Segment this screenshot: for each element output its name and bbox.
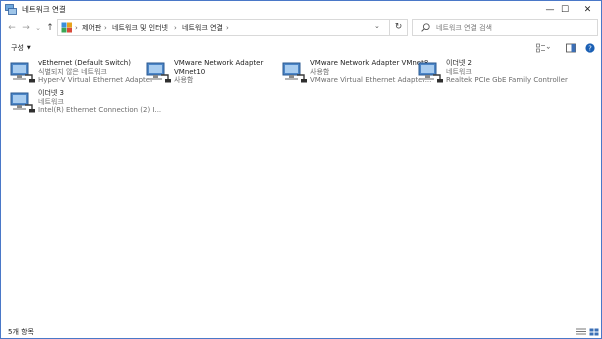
large-icons-view-icon[interactable] xyxy=(589,328,599,336)
adapter-name: VMware Network Adapter VMnet8 xyxy=(310,59,429,67)
breadcrumb-separator: › xyxy=(104,24,107,32)
dropdown-caret-icon: ▼ xyxy=(26,45,31,51)
adapter-name: VMware Network Adapter xyxy=(174,59,264,67)
up-button[interactable]: ↑ xyxy=(44,22,56,34)
control-panel-icon xyxy=(61,22,72,33)
item-count: 5개 항목 xyxy=(8,328,34,336)
address-bar[interactable]: › 제어판 › 네트워크 및 인터넷 › 네트워크 연결 › xyxy=(57,19,408,36)
adapter-status: 네트워크 xyxy=(446,67,472,76)
search-icon xyxy=(421,23,430,32)
adapter-status: 식별되지 않은 네트워크 xyxy=(38,67,107,76)
network-connections-icon xyxy=(5,4,17,15)
change-view-icon[interactable] xyxy=(536,43,550,53)
breadcrumb-separator: › xyxy=(174,24,177,32)
forward-button[interactable]: → xyxy=(20,22,32,34)
network-adapter-icon xyxy=(146,62,171,83)
title-bar[interactable]: 네트워크 연결 — ☐ ✕ xyxy=(1,1,601,19)
window-title: 네트워크 연결 xyxy=(22,5,66,14)
adapter-status: 네트워크 xyxy=(38,97,64,106)
list-item-network-adapter[interactable]: VMware Network Adapter VMnet10 사용함 xyxy=(146,59,281,95)
back-button[interactable]: ← xyxy=(6,22,18,34)
search-box[interactable]: 네트워크 연결 검색 xyxy=(412,19,598,36)
recent-locations-button[interactable]: ⌄ xyxy=(32,22,44,34)
adapter-status: 사용함 xyxy=(310,67,330,76)
network-adapter-icon xyxy=(10,92,35,113)
organize-label: 구성 xyxy=(11,44,24,52)
refresh-button[interactable]: ↻ xyxy=(389,19,408,36)
breadcrumb-network-and-internet[interactable]: 네트워크 및 인터넷 xyxy=(112,23,168,33)
back-arrow-icon: ← xyxy=(8,23,16,33)
adapter-name-line2: VMnet10 xyxy=(174,67,206,76)
refresh-icon: ↻ xyxy=(394,22,403,32)
organize-menu-button[interactable]: 구성 ▼ xyxy=(11,43,31,53)
close-icon: ✕ xyxy=(583,5,592,15)
list-item-network-adapter[interactable]: VMware Network Adapter VMnet8 사용함 VMware… xyxy=(282,59,431,95)
network-adapter-icon xyxy=(282,62,307,83)
search-placeholder: 네트워크 연결 검색 xyxy=(436,24,492,32)
forward-arrow-icon: → xyxy=(22,23,30,33)
up-arrow-icon: ↑ xyxy=(46,23,54,33)
breadcrumb-separator: › xyxy=(75,24,78,32)
adapter-device: Realtek PCIe GbE Family Controller xyxy=(446,76,568,84)
adapter-name: 이더넷 3 xyxy=(38,89,64,97)
list-item-network-adapter[interactable]: 이더넷 2 네트워크 Realtek PCIe GbE Family Contr… xyxy=(418,59,568,95)
breadcrumb-control-panel[interactable]: 제어판 xyxy=(82,23,101,33)
adapter-device: Hyper-V Virtual Ethernet Adapter xyxy=(38,76,153,84)
breadcrumb-network-connections[interactable]: 네트워크 연결 xyxy=(182,23,223,33)
adapter-status: 사용함 xyxy=(174,76,194,84)
network-adapter-icon xyxy=(418,62,443,83)
adapter-device: Intel(R) Ethernet Connection (2) I... xyxy=(38,106,162,114)
maximize-icon: ☐ xyxy=(560,5,570,15)
adapter-device: VMware Virtual Ethernet Adapter... xyxy=(310,76,432,84)
close-button[interactable]: ✕ xyxy=(574,1,601,19)
svg-text:?: ? xyxy=(588,45,592,53)
breadcrumb-separator: › xyxy=(226,24,229,32)
list-item-network-adapter[interactable]: 이더넷 3 네트워크 Intel(R) Ethernet Connection … xyxy=(10,89,161,125)
adapter-name: vEthernet (Default Switch) xyxy=(38,59,131,67)
adapter-name: 이더넷 2 xyxy=(446,59,472,67)
address-dropdown-button[interactable]: ⌄ xyxy=(374,22,380,30)
details-view-icon[interactable] xyxy=(576,328,586,336)
chevron-down-icon: ⌄ xyxy=(35,24,41,32)
help-icon[interactable]: ? xyxy=(585,43,595,53)
network-connections-window: 네트워크 연결 — ☐ ✕ ← → ⌄ ↑ › 제어판 › 네트워크 및 인터넷… xyxy=(0,0,602,339)
preview-pane-icon[interactable] xyxy=(566,43,576,53)
network-adapter-icon xyxy=(10,62,35,83)
chevron-down-icon: ⌄ xyxy=(374,22,380,30)
